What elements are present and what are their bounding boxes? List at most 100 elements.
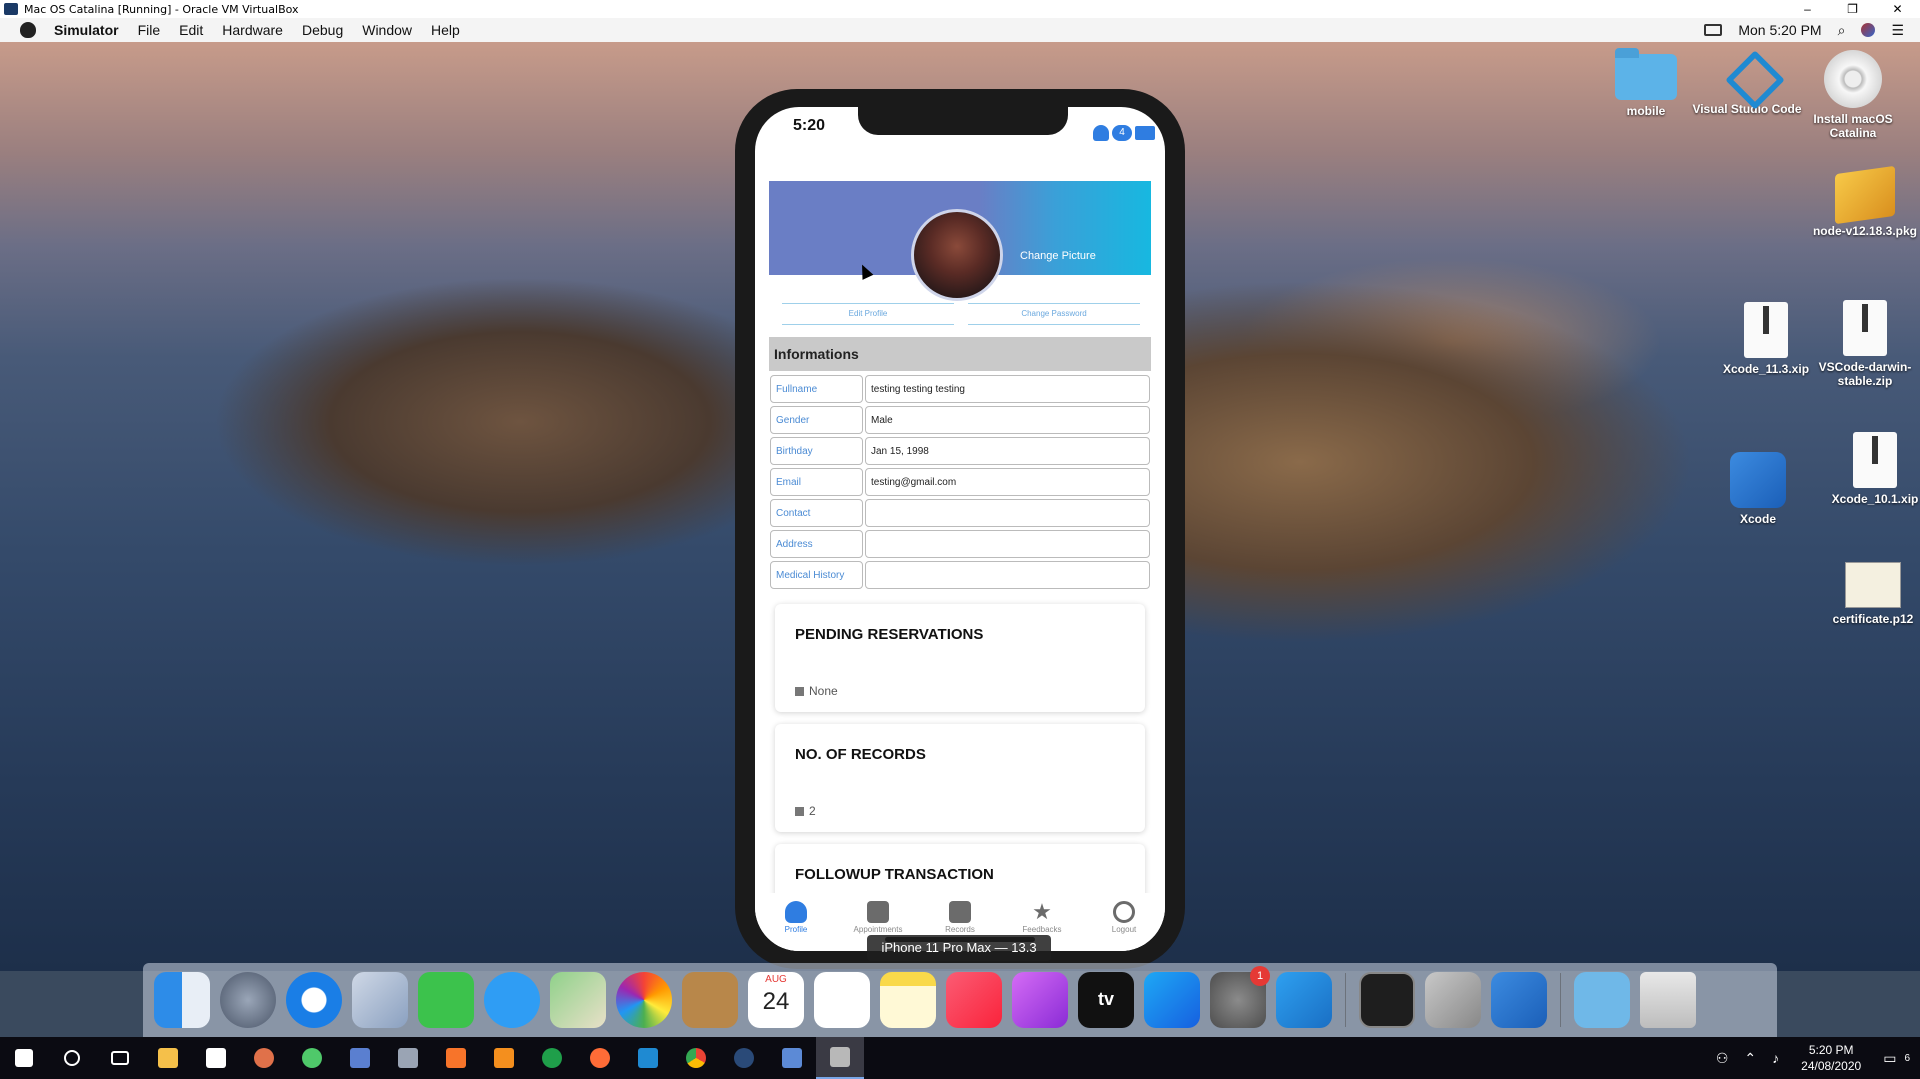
mongodb-compass-icon[interactable] bbox=[288, 1037, 336, 1079]
pending-reservations-card[interactable]: PENDING RESERVATIONS None bbox=[775, 604, 1145, 712]
xampp-icon[interactable] bbox=[432, 1037, 480, 1079]
facetime-icon[interactable] bbox=[418, 972, 474, 1028]
vscode-taskbar-icon[interactable] bbox=[624, 1037, 672, 1079]
calendar-icon[interactable]: AUG 24 bbox=[748, 972, 804, 1028]
music-icon[interactable] bbox=[946, 972, 1002, 1028]
desktop-icon-xcode-11-xip[interactable]: Xcode_11.3.xip bbox=[1711, 302, 1821, 376]
downloads-folder-icon[interactable] bbox=[1574, 972, 1630, 1028]
mail-icon[interactable] bbox=[352, 972, 408, 1028]
menubar-status-area: Mon 5:20 PM ⌕ ☰ bbox=[1704, 18, 1920, 42]
podcasts-icon[interactable] bbox=[1012, 972, 1068, 1028]
vscode-icon[interactable] bbox=[1276, 972, 1332, 1028]
network-tool-icon[interactable] bbox=[336, 1037, 384, 1079]
menu-hardware[interactable]: Hardware bbox=[222, 22, 283, 38]
records-count-card[interactable]: NO. OF RECORDS 2 bbox=[775, 724, 1145, 832]
menubar-clock[interactable]: Mon 5:20 PM bbox=[1738, 22, 1821, 38]
avatar[interactable] bbox=[911, 209, 1003, 301]
tab-label: Appointments bbox=[853, 925, 903, 934]
maps-icon[interactable] bbox=[550, 972, 606, 1028]
tab-logout[interactable]: Logout bbox=[1083, 893, 1165, 951]
menu-file[interactable]: File bbox=[138, 22, 161, 38]
desktop-icon-xcode-10-xip[interactable]: Xcode_10.1.xip bbox=[1820, 432, 1920, 506]
edit-profile-button[interactable]: Edit Profile bbox=[782, 303, 954, 325]
tab-profile[interactable]: Profile bbox=[755, 893, 837, 951]
apple-tv-icon[interactable]: tv bbox=[1078, 972, 1134, 1028]
sticky-notes-icon[interactable] bbox=[192, 1037, 240, 1079]
medical-history-input[interactable] bbox=[865, 561, 1150, 589]
birthday-input[interactable]: Jan 15, 1998 bbox=[865, 437, 1150, 465]
chrome-icon[interactable] bbox=[672, 1037, 720, 1079]
launchpad-icon[interactable] bbox=[220, 972, 276, 1028]
minimize-button[interactable]: – bbox=[1785, 0, 1830, 18]
app-store-icon[interactable] bbox=[1144, 972, 1200, 1028]
volume-icon[interactable]: ♪ bbox=[1772, 1050, 1779, 1066]
system-preferences-icon[interactable]: 1 bbox=[1210, 966, 1270, 1028]
app-icon[interactable] bbox=[384, 1037, 432, 1079]
email-input[interactable]: testing@gmail.com bbox=[865, 468, 1150, 496]
display-icon[interactable] bbox=[1704, 24, 1723, 36]
fullname-input[interactable]: testing testing testing bbox=[865, 375, 1150, 403]
xcode-icon[interactable] bbox=[1491, 972, 1547, 1028]
mail-icon[interactable] bbox=[1135, 126, 1155, 140]
desktop-icon-vscode-zip[interactable]: VSCode-darwin-stable.zip bbox=[1810, 300, 1920, 388]
desktop-icon-mobile[interactable]: mobile bbox=[1591, 48, 1701, 118]
menu-edit[interactable]: Edit bbox=[179, 22, 203, 38]
terminal-icon[interactable] bbox=[1359, 972, 1415, 1028]
bell-icon[interactable] bbox=[1093, 125, 1109, 141]
notification-center-icon[interactable]: ☰ bbox=[1891, 22, 1904, 39]
gender-input[interactable]: Male bbox=[865, 406, 1150, 434]
desktop-icon-certificate[interactable]: certificate.p12 bbox=[1818, 562, 1920, 626]
sublime-text-icon[interactable] bbox=[480, 1037, 528, 1079]
active-vm-window-icon[interactable] bbox=[816, 1037, 864, 1079]
keychain-icon[interactable] bbox=[1425, 972, 1481, 1028]
menu-simulator[interactable]: Simulator bbox=[54, 22, 119, 38]
notification-badge: 1 bbox=[1250, 966, 1270, 986]
desktop-icon-vscode[interactable]: Visual Studio Code bbox=[1692, 46, 1802, 116]
taskbar-clock[interactable]: 5:20 PM 24/08/2020 bbox=[1801, 1042, 1861, 1074]
search-icon[interactable] bbox=[48, 1037, 96, 1079]
card-value-text: 2 bbox=[809, 804, 816, 818]
mongodb-icon[interactable] bbox=[528, 1037, 576, 1079]
address-input[interactable] bbox=[865, 530, 1150, 558]
paint-icon[interactable] bbox=[240, 1037, 288, 1079]
desktop-icon-xcode[interactable]: Xcode bbox=[1703, 452, 1813, 526]
siri-icon[interactable] bbox=[1861, 23, 1876, 37]
desktop-icon-install-macos[interactable]: Install macOS Catalina bbox=[1798, 50, 1908, 140]
messages-icon[interactable] bbox=[484, 972, 540, 1028]
postman-icon[interactable] bbox=[576, 1037, 624, 1079]
star-icon: ★ bbox=[1032, 899, 1052, 924]
steam-icon[interactable] bbox=[720, 1037, 768, 1079]
change-password-button[interactable]: Change Password bbox=[968, 303, 1140, 325]
close-button[interactable]: ✕ bbox=[1875, 0, 1920, 18]
menu-help[interactable]: Help bbox=[431, 22, 460, 38]
field-address: Address bbox=[770, 530, 1150, 558]
restore-button[interactable]: ❐ bbox=[1830, 0, 1875, 18]
informations-heading: Informations bbox=[769, 337, 1151, 371]
windows-start-icon[interactable] bbox=[0, 1037, 48, 1079]
card-title: NO. OF RECORDS bbox=[795, 746, 926, 763]
reminders-icon[interactable] bbox=[814, 972, 870, 1028]
contact-input[interactable] bbox=[865, 499, 1150, 527]
menu-debug[interactable]: Debug bbox=[302, 22, 343, 38]
spotlight-icon[interactable]: ⌕ bbox=[1838, 22, 1846, 39]
trash-icon[interactable] bbox=[1640, 972, 1696, 1028]
apple-menu-icon[interactable] bbox=[20, 22, 36, 38]
chevron-up-icon[interactable]: ⌃ bbox=[1744, 1050, 1756, 1067]
notes-icon[interactable] bbox=[880, 972, 936, 1028]
file-explorer-icon[interactable] bbox=[144, 1037, 192, 1079]
task-view-icon[interactable] bbox=[96, 1037, 144, 1079]
contacts-icon[interactable] bbox=[682, 972, 738, 1028]
desktop-icon-node-pkg[interactable]: node-v12.18.3.pkg bbox=[1810, 165, 1920, 238]
photos-icon[interactable] bbox=[616, 972, 672, 1028]
field-label: Medical History bbox=[770, 561, 863, 589]
taskbar-date: 24/08/2020 bbox=[1801, 1059, 1862, 1073]
field-label: Birthday bbox=[770, 437, 863, 465]
finder-icon[interactable] bbox=[154, 972, 210, 1028]
action-center-icon[interactable]: ▭ bbox=[1883, 1050, 1896, 1067]
safari-icon[interactable] bbox=[286, 972, 342, 1028]
people-icon[interactable]: ⚇ bbox=[1716, 1050, 1729, 1067]
menu-window[interactable]: Window bbox=[362, 22, 412, 38]
virtualbox-taskbar-icon[interactable] bbox=[768, 1037, 816, 1079]
change-picture-link[interactable]: Change Picture bbox=[1020, 250, 1096, 262]
notification-badge[interactable]: 4 bbox=[1112, 125, 1132, 141]
